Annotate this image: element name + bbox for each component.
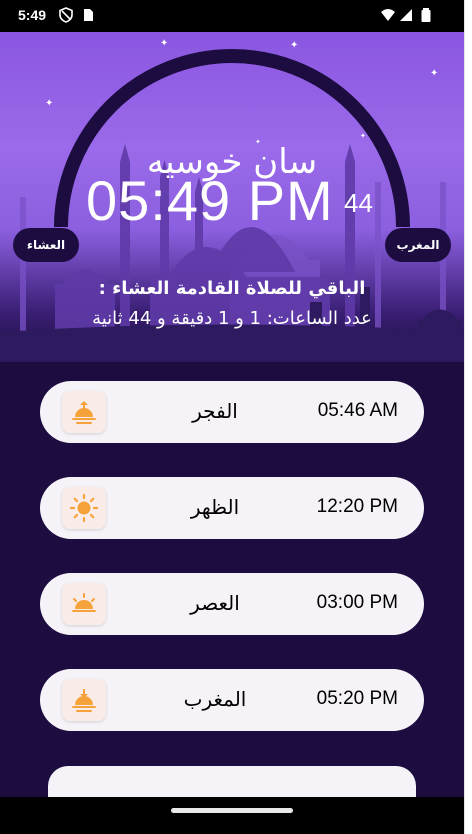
status-time: 5:49 (18, 7, 47, 23)
prayer-card-fajr[interactable]: الفجر 05:46 AM (40, 381, 424, 443)
prayer-time: 05:46 AM (317, 400, 398, 421)
remaining-title: الباقي للصلاة القادمة العشاء : (98, 278, 366, 299)
remaining-detail: عدد الساعات: 1 و 1 دقيقة و 44 ثانية (92, 308, 372, 329)
prayer-name: الفجر (192, 399, 238, 423)
prayer-name: العصر (190, 591, 240, 615)
battery-icon (421, 8, 431, 22)
status-bar: 5:49 (0, 0, 464, 32)
sunrise-icon (62, 391, 106, 433)
prayer-card-asr[interactable]: العصر 03:00 PM (40, 573, 424, 635)
home-gesture-handle[interactable] (171, 808, 293, 813)
previous-prayer-pill[interactable]: المغرب (385, 228, 451, 262)
sun-icon (62, 487, 106, 529)
prayer-name: المغرب (183, 687, 247, 711)
prayer-time: 05:20 PM (316, 688, 398, 709)
prayer-time: 03:00 PM (316, 592, 398, 613)
sim-card-icon (84, 9, 93, 21)
current-time: 05:49 PM (86, 169, 334, 232)
prayer-name: الظهر (190, 495, 240, 519)
prayer-time: 12:20 PM (316, 496, 398, 517)
prayer-card-dhuhr[interactable]: الظهر 12:20 PM (40, 477, 424, 539)
prayer-card-maghrib[interactable]: المغرب 05:20 PM (40, 669, 424, 731)
wifi-icon (381, 9, 395, 21)
shield-icon (59, 7, 73, 23)
signal-icon (400, 9, 412, 21)
navigation-bar (0, 797, 464, 834)
app-screen: 5:49 ✦ ✦ ✦ ✦ ✦ ✦ سان خوسيه 05:49 PM 44 ا… (0, 0, 465, 834)
current-seconds: 44 (344, 188, 373, 218)
sunset-icon (62, 679, 106, 721)
next-prayer-pill[interactable]: العشاء (13, 228, 79, 262)
sun-half-icon (62, 583, 106, 625)
